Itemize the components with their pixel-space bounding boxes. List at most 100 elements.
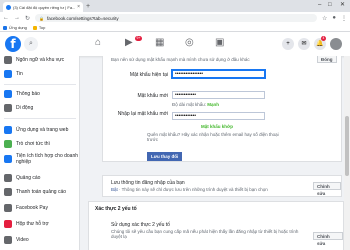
close-section-label: Đóng bbox=[321, 57, 333, 62]
lock-icon: 🔒 bbox=[39, 15, 45, 21]
mobile-icon bbox=[4, 104, 12, 112]
create-icon[interactable]: + bbox=[282, 38, 294, 50]
sidebar-item-facebook-pay[interactable]: Facebook Pay bbox=[0, 204, 79, 212]
edit-save-login-button[interactable]: Chỉnh sửa bbox=[313, 182, 341, 196]
current-password-input[interactable]: •••••••••••••••• bbox=[172, 70, 265, 78]
sidebar-item-business-integrations[interactable]: Tiện ích tích hợp cho doanh nghiệp bbox=[0, 153, 79, 165]
sidebar-item-videos[interactable]: Video bbox=[0, 236, 79, 244]
two-factor-card: Xác thực 2 yếu tố Sử dụng xác thực 2 yếu… bbox=[88, 201, 344, 250]
marketplace-icon[interactable]: ▦ bbox=[155, 37, 164, 49]
security-settings-panel: Bạn nên sử dụng mật khẩu mạnh mà mình ch… bbox=[80, 56, 350, 250]
sidebar-item-label: Ứng dụng và trang web bbox=[16, 127, 69, 133]
bookmark-top[interactable]: Top bbox=[32, 25, 46, 30]
save-changes-label: Lưu thay đổi bbox=[151, 154, 179, 159]
bookmarks-bar: Ứng dụng Top bbox=[0, 24, 350, 32]
sidebar-item-label: Facebook Pay bbox=[16, 205, 48, 211]
save-login-description: · Thông tin này sẽ chỉ được lưu trên nhữ… bbox=[117, 187, 268, 192]
save-changes-button[interactable]: Lưu thay đổi bbox=[147, 152, 183, 161]
sidebar-item-language[interactable]: Ngôn ngữ và khu vực bbox=[0, 56, 79, 64]
bookmark-label: Top bbox=[38, 25, 46, 30]
messenger-icon[interactable]: ✉ bbox=[298, 38, 310, 50]
password-match-text: Mật khẩu khớp bbox=[201, 124, 233, 129]
confirm-password-input[interactable]: •••••••••••• bbox=[172, 112, 265, 120]
url-field[interactable]: 🔒 facebook.com/settings?tab=security bbox=[35, 14, 317, 22]
confirm-password-label: Nhập lại mật khẩu mới bbox=[117, 111, 168, 117]
sidebar-item-ad-payments[interactable]: Thanh toán quảng cáo bbox=[0, 188, 79, 196]
sidebar-item-label: Video bbox=[16, 237, 29, 243]
sidebar-item-stories[interactable]: Tin bbox=[0, 70, 79, 78]
home-icon[interactable]: ⌂ bbox=[95, 37, 101, 49]
save-login-card: Lưu thông tin đăng nhập của bạn Bật · Th… bbox=[102, 175, 342, 197]
pay-icon bbox=[4, 204, 12, 212]
new-password-label: Mật khẩu mới bbox=[137, 93, 168, 99]
password-intro-text: Bạn nên sử dụng mật khẩu mạnh mà mình ch… bbox=[111, 57, 250, 62]
facebook-logo-icon[interactable]: f bbox=[5, 36, 21, 52]
video-icon bbox=[4, 236, 12, 244]
sidebar-item-label: Tiện ích tích hợp cho doanh nghiệp bbox=[16, 153, 79, 165]
strength-value: Mạnh bbox=[207, 102, 220, 107]
address-bar-row: ← → ↻ 🔒 facebook.com/settings?tab=securi… bbox=[0, 12, 350, 24]
star-icon[interactable]: ☆ bbox=[322, 15, 327, 22]
ads-icon bbox=[4, 174, 12, 182]
menu-icon[interactable]: ⋮ bbox=[341, 15, 347, 22]
current-password-label: Mật khẩu hiện tại bbox=[129, 72, 168, 78]
game-icon bbox=[4, 140, 12, 148]
back-icon[interactable]: ← bbox=[3, 15, 9, 21]
browser-tabstrip: (3) Cài đặt độ quyền riêng tư | Fa... × … bbox=[0, 0, 350, 12]
facebook-favicon-icon bbox=[6, 4, 11, 10]
sidebar-item-label: Tin bbox=[16, 71, 23, 77]
sidebar-item-instant-games[interactable]: Trò chơi tức thì bbox=[0, 140, 79, 148]
maximize-button[interactable]: □ bbox=[328, 1, 332, 10]
avatar[interactable] bbox=[330, 38, 342, 50]
close-window-button[interactable]: ✕ bbox=[340, 1, 345, 10]
edit-two-factor-button[interactable]: Chỉnh sửa bbox=[313, 232, 343, 246]
watch-icon[interactable]: ▶ bbox=[125, 37, 133, 49]
close-section-button[interactable]: Đóng bbox=[317, 56, 337, 63]
sidebar-item-apps[interactable]: Ứng dụng và trang web bbox=[0, 126, 79, 134]
sidebar-item-label: Thông báo bbox=[16, 91, 40, 97]
sidebar-item-label: Trò chơi tức thì bbox=[16, 141, 50, 147]
reload-icon[interactable]: ↻ bbox=[25, 15, 30, 22]
apps-icon bbox=[3, 25, 7, 30]
forward-icon[interactable]: → bbox=[14, 15, 20, 21]
sidebar-item-support-inbox[interactable]: Hộp thư hỗ trợ bbox=[0, 220, 79, 228]
new-password-input[interactable]: •••••••••••• bbox=[172, 91, 265, 99]
two-factor-title: Sử dụng xác thực 2 yếu tố bbox=[111, 222, 170, 228]
profile-icon[interactable]: ● bbox=[332, 15, 336, 21]
settings-sidebar: Ngôn ngữ và khu vực Tin Thông báo Di độn… bbox=[0, 56, 80, 250]
watch-badge: 9+ bbox=[135, 36, 142, 41]
scrollbar-thumb[interactable] bbox=[345, 116, 349, 176]
password-strength: Độ dài mật khẩu: Mạnh bbox=[172, 102, 219, 107]
bookmark-label: Ứng dụng bbox=[9, 25, 27, 30]
gaming-icon[interactable]: ▣ bbox=[215, 37, 224, 49]
tab-title: (3) Cài đặt độ quyền riêng tư | Fa... bbox=[13, 4, 76, 10]
sidebar-item-label: Quảng cáo bbox=[16, 175, 41, 181]
two-factor-detail: Chúng tôi sẽ yêu cầu bạn cung cấp mã nếu… bbox=[111, 229, 299, 239]
apps-icon bbox=[4, 126, 12, 134]
edit-label: Chỉnh sửa bbox=[317, 234, 330, 246]
sidebar-item-notifications[interactable]: Thông báo bbox=[0, 90, 79, 98]
sidebar-item-ads[interactable]: Quảng cáo bbox=[0, 174, 79, 182]
facebook-header: f ⌕ ⌂ ▶ 9+ ▦ ◎ ▣ + ✉ 🔔 4 bbox=[0, 32, 350, 56]
new-tab-button[interactable]: + bbox=[86, 2, 90, 11]
bookmark-icon bbox=[32, 25, 37, 30]
edit-label: Chỉnh sửa bbox=[317, 184, 330, 196]
sidebar-item-mobile[interactable]: Di động bbox=[0, 104, 79, 112]
sidebar-item-label: Di động bbox=[16, 105, 34, 111]
globe-icon bbox=[4, 56, 12, 64]
groups-icon[interactable]: ◎ bbox=[185, 37, 194, 49]
page-scrollbar[interactable] bbox=[344, 56, 350, 250]
browser-tab[interactable]: (3) Cài đặt độ quyền riêng tư | Fa... × bbox=[3, 2, 83, 12]
sidebar-item-label: Hộp thư hỗ trợ bbox=[16, 221, 49, 227]
notifications-badge: 4 bbox=[321, 36, 326, 41]
url-text: facebook.com/settings?tab=security bbox=[47, 15, 119, 21]
book-icon bbox=[4, 70, 12, 78]
minimize-button[interactable]: – bbox=[318, 1, 321, 10]
divider bbox=[4, 118, 76, 119]
sidebar-item-label: Thanh toán quảng cáo bbox=[16, 189, 67, 195]
save-login-detail: Bật · Thông tin này sẽ chỉ được lưu trên… bbox=[111, 187, 311, 192]
close-tab-icon[interactable]: × bbox=[77, 4, 80, 10]
search-icon[interactable]: ⌕ bbox=[24, 37, 38, 51]
forgot-password-text[interactable]: Quên mật khẩu? Hãy xác nhận hoặc thêm em… bbox=[147, 132, 287, 142]
bookmark-apps[interactable]: Ứng dụng bbox=[3, 25, 27, 30]
